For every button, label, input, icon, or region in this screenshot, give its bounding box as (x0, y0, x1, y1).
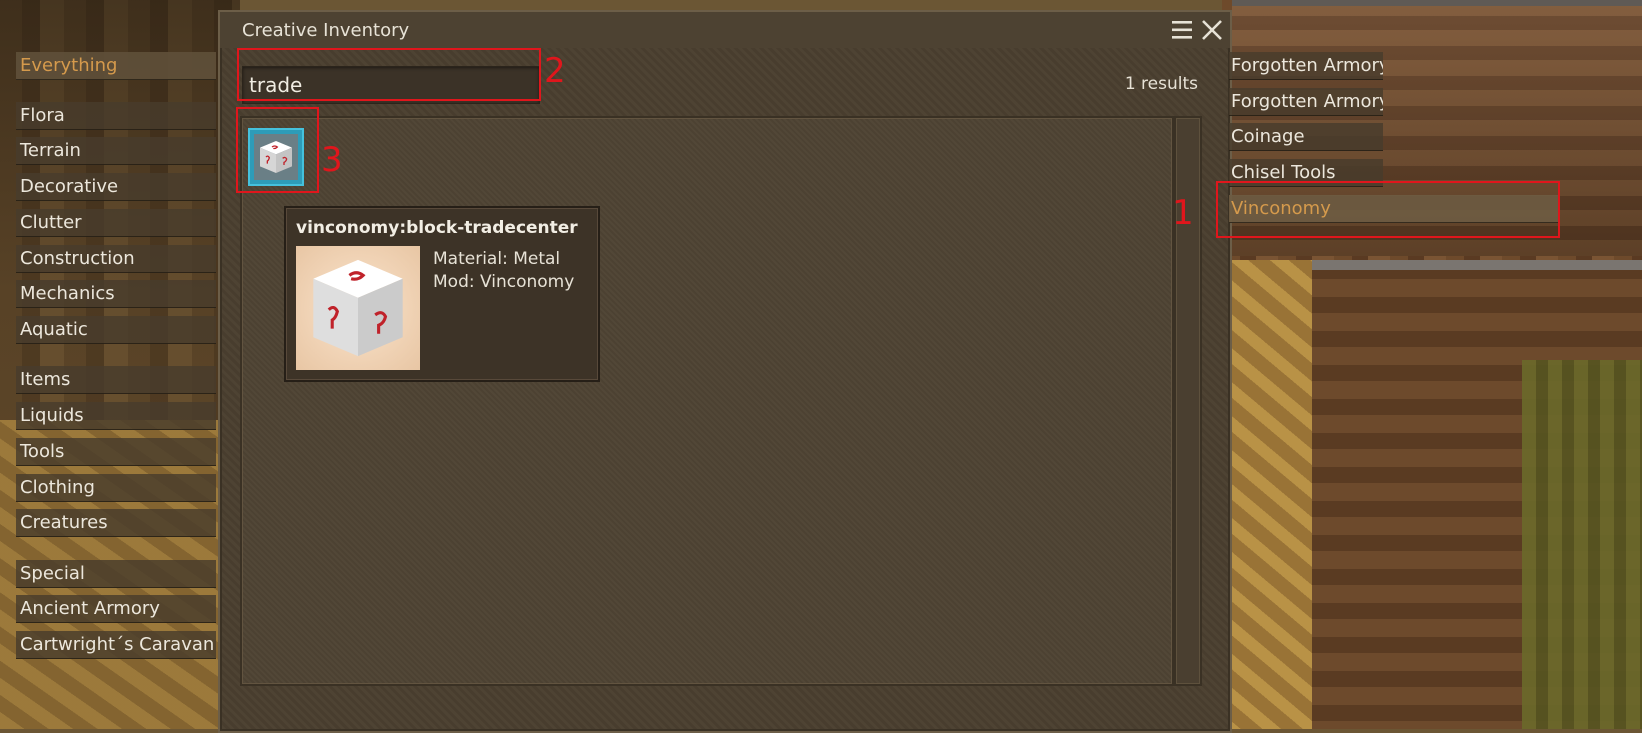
category-aquatic[interactable]: Aquatic (16, 316, 216, 344)
category-clutter[interactable]: Clutter (16, 209, 216, 237)
category-clothing[interactable]: Clothing (16, 474, 216, 502)
category-mechanics[interactable]: Mechanics (16, 280, 216, 308)
annotation-number-1: 1 (1172, 193, 1194, 233)
close-icon[interactable] (1200, 18, 1224, 42)
mod-tab-forgotten-armory-1[interactable]: Forgotten Armory (1229, 52, 1383, 80)
category-items[interactable]: Items (16, 366, 216, 394)
window-title: Creative Inventory (242, 20, 410, 41)
annotation-number-3: 3 (321, 140, 343, 180)
category-everything[interactable]: Everything (16, 52, 216, 80)
mod-tab-forgotten-armory-2[interactable]: Forgotten Armory (1229, 88, 1383, 116)
annotation-box-1 (1216, 181, 1560, 238)
title-bar: Creative Inventory (220, 12, 1230, 48)
category-cartwrights-caravan[interactable]: Cartwright´s Caravan (16, 631, 216, 659)
trade-block-icon (313, 259, 403, 357)
item-grid (240, 116, 1174, 686)
results-count: 1 results (1124, 74, 1198, 94)
annotation-number-2: 2 (544, 51, 566, 91)
category-decorative[interactable]: Decorative (16, 173, 216, 201)
category-liquids[interactable]: Liquids (16, 402, 216, 430)
tooltip-item-code: vinconomy:block-tradecenter (296, 218, 578, 238)
annotation-box-3 (236, 107, 319, 193)
category-terrain[interactable]: Terrain (16, 137, 216, 165)
category-tools[interactable]: Tools (16, 438, 216, 466)
mod-tab-coinage[interactable]: Coinage (1229, 123, 1383, 151)
creative-inventory-window: Creative Inventory 1 results (218, 10, 1232, 733)
annotation-box-2 (237, 48, 541, 101)
tooltip-item-preview (296, 246, 420, 370)
menu-icon[interactable] (1170, 18, 1194, 42)
category-special[interactable]: Special (16, 560, 216, 588)
category-construction[interactable]: Construction (16, 245, 216, 273)
category-creatures[interactable]: Creatures (16, 509, 216, 537)
category-flora[interactable]: Flora (16, 102, 216, 130)
category-ancient-armory[interactable]: Ancient Armory (16, 595, 216, 623)
item-tooltip: vinconomy:block-tradecenter Material: Me… (284, 206, 600, 382)
tooltip-mod: Mod: Vinconomy (433, 272, 575, 292)
tooltip-material: Material: Metal (433, 249, 561, 269)
